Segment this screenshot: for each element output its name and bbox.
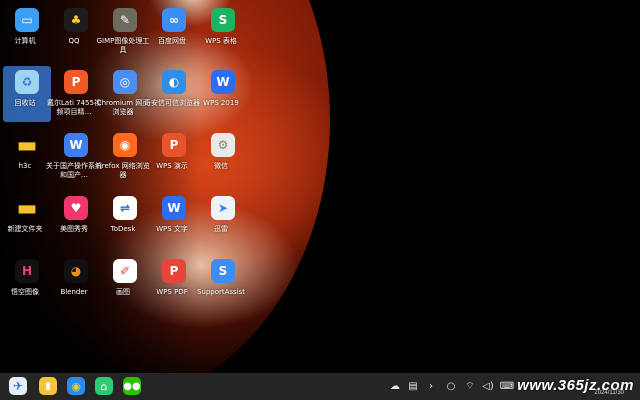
desktop-icon-supportassist[interactable]: S SupportAssist <box>197 259 247 297</box>
meitu-icon: ♥ <box>64 196 88 220</box>
desktop-icon-label: 百度网盘 <box>158 37 186 45</box>
desktop-icon-label: ToDesk <box>110 225 136 233</box>
desktop-icon-wps-presentation[interactable]: P WPS 演示 <box>150 133 198 171</box>
desktop-icon-label: 画图 <box>116 288 130 296</box>
launcher-icon: ✈ <box>12 379 24 393</box>
desktop-icon-label: 戴尔Lati 7455视频项目精… <box>47 99 101 116</box>
desktop-icon-wps-2019[interactable]: W WPS 2019 <box>199 70 247 108</box>
desktop-icon-blender[interactable]: ◕ Blender <box>52 259 100 297</box>
keyboard-icon: ⌨ <box>499 380 515 392</box>
notes-icon: ▤ <box>408 380 418 392</box>
desktop-icon-label: WPS 2019 <box>203 99 239 107</box>
desktop-icon-wps-pdf-doc[interactable]: P 戴尔Lati 7455视频项目精… <box>47 70 101 117</box>
desktop-icon-recycle-bin[interactable]: ♻ 回收站 <box>3 66 51 122</box>
desktop-icon-wps-writer-doc[interactable]: W 关于国产操作系统和国产… <box>46 133 102 180</box>
desktop-icon-wechat[interactable]: ⚙ 微信 <box>199 133 247 171</box>
desktop-icon-label: Firefox 网络浏览器 <box>96 162 150 179</box>
desktop-icon-todesk[interactable]: ⇌ ToDesk <box>101 196 149 234</box>
desktop-icon-folder[interactable]: ▬ 新建文件夹 <box>3 196 51 234</box>
desktop-icon-gimp[interactable]: ✎ GIMP图像处理工具 <box>97 8 149 55</box>
desktop-icon-label: Blender <box>60 288 88 296</box>
wps-presentation-icon: P <box>162 133 186 157</box>
wps-spreadsheet-icon: S <box>211 8 235 32</box>
desktop-icon-paint[interactable]: ✐ 画图 <box>101 259 149 297</box>
file-manager-icon: ▮ <box>45 380 51 392</box>
computer-icon: ▭ <box>15 8 39 32</box>
folder-icon: ▬ <box>16 132 38 158</box>
desktop-icon-label: 奇安信可信浏览器 <box>144 99 200 107</box>
browser-icon: ◉ <box>71 379 81 393</box>
qq-penguin-icon: ♣ <box>64 8 88 32</box>
taskbar-wechat[interactable]: ●● <box>123 377 141 395</box>
qianxin-browser-icon: ◐ <box>162 70 186 94</box>
watermark: www.365jz.com <box>517 377 634 394</box>
cloud-button[interactable]: ☁ <box>388 379 402 393</box>
desktop-icon-qianxin-browser[interactable]: ◐ 奇安信可信浏览器 <box>144 70 200 108</box>
desktop-icon-label: 关于国产操作系统和国产… <box>46 162 102 179</box>
wifi-icon: ⌔ <box>465 380 475 392</box>
wechat-icon: ⚙ <box>211 133 235 157</box>
desktop-icon-qq-penguin[interactable]: ♣ QQ <box>52 8 100 46</box>
cloud-icon: ☁ <box>390 380 400 392</box>
wps-writer-doc-icon: W <box>64 133 88 157</box>
desktop-icon-wps-spreadsheet[interactable]: S WPS 表格 <box>199 8 247 46</box>
folder-icon: ▬ <box>16 195 38 221</box>
taskbar-app-store[interactable]: ⌂ <box>95 377 113 395</box>
desktop-icon-wps-pdf[interactable]: P WPS PDF <box>150 259 198 297</box>
app-store-icon: ⌂ <box>100 379 108 393</box>
desktop-icon-xunlei[interactable]: ➤ 迅雷 <box>199 196 247 234</box>
desktop-icon-label: GIMP图像处理工具 <box>96 37 150 54</box>
desktop-icon-label: 美图秀秀 <box>60 225 88 233</box>
desktop-icon-meitu[interactable]: ♥ 美图秀秀 <box>52 196 100 234</box>
desktop-icon-label: WPS 演示 <box>156 162 188 170</box>
desktop-icon-label: QQ <box>68 37 80 45</box>
paint-icon: ✐ <box>113 259 137 283</box>
desktop-icon-wukong-image[interactable]: H 悟空图像 <box>3 259 51 297</box>
wps-2019-icon: W <box>211 70 235 94</box>
chromium-icon: ◎ <box>113 70 137 94</box>
taskbar-file-manager[interactable]: ▮ <box>39 377 57 395</box>
desktop-icon-folder[interactable]: ▬ h3c <box>3 133 51 171</box>
search-button[interactable]: ○ <box>444 379 458 393</box>
keyboard-button[interactable]: ⌨ <box>500 379 514 393</box>
wps-pdf-doc-icon: P <box>64 70 88 94</box>
wifi-button[interactable]: ⌔ <box>463 379 477 393</box>
wps-writer-icon: W <box>162 196 186 220</box>
gimp-icon: ✎ <box>113 8 137 32</box>
todesk-icon: ⇌ <box>113 196 137 220</box>
desktop-icon-label: 迅雷 <box>214 225 228 233</box>
desktop-icon-firefox[interactable]: ◉ Firefox 网络浏览器 <box>96 133 150 180</box>
wukong-image-icon: H <box>15 259 39 283</box>
volume-button[interactable]: ◁) <box>481 379 495 393</box>
desktop-icon-label: 微信 <box>214 162 228 170</box>
launcher-button[interactable]: ✈ <box>9 377 27 395</box>
wechat-icon: ●● <box>123 380 141 392</box>
xunlei-icon: ➤ <box>211 196 235 220</box>
chevron-right-icon: › <box>429 380 433 392</box>
tray-expand-button[interactable]: › <box>424 379 438 393</box>
recycle-bin-icon: ♻ <box>15 70 39 94</box>
desktop-icon-label: SupportAssist <box>196 288 246 296</box>
supportassist-icon: S <box>211 259 235 283</box>
firefox-icon: ◉ <box>113 133 137 157</box>
desktop-icon-computer[interactable]: ▭ 计算机 <box>3 8 51 46</box>
notes-button[interactable]: ▤ <box>406 379 420 393</box>
search-icon: ○ <box>446 380 456 392</box>
blender-icon: ◕ <box>64 259 88 283</box>
desktop-icon-label: WPS 表格 <box>205 37 237 45</box>
desktop-icon-chromium[interactable]: ◎ Chromium 网页浏览器 <box>97 70 149 117</box>
desktop-icon-label: WPS PDF <box>156 288 188 296</box>
wps-pdf-icon: P <box>162 259 186 283</box>
volume-icon: ◁) <box>482 380 494 392</box>
baidu-netdisk-icon: ∞ <box>162 8 186 32</box>
desktop-icon-label: Chromium 网页浏览器 <box>96 99 150 116</box>
taskbar-browser[interactable]: ◉ <box>67 377 85 395</box>
desktop-icon-label: WPS 文字 <box>156 225 188 233</box>
desktop-icon-baidu-netdisk[interactable]: ∞ 百度网盘 <box>150 8 198 46</box>
desktop-icon-wps-writer[interactable]: W WPS 文字 <box>150 196 198 234</box>
